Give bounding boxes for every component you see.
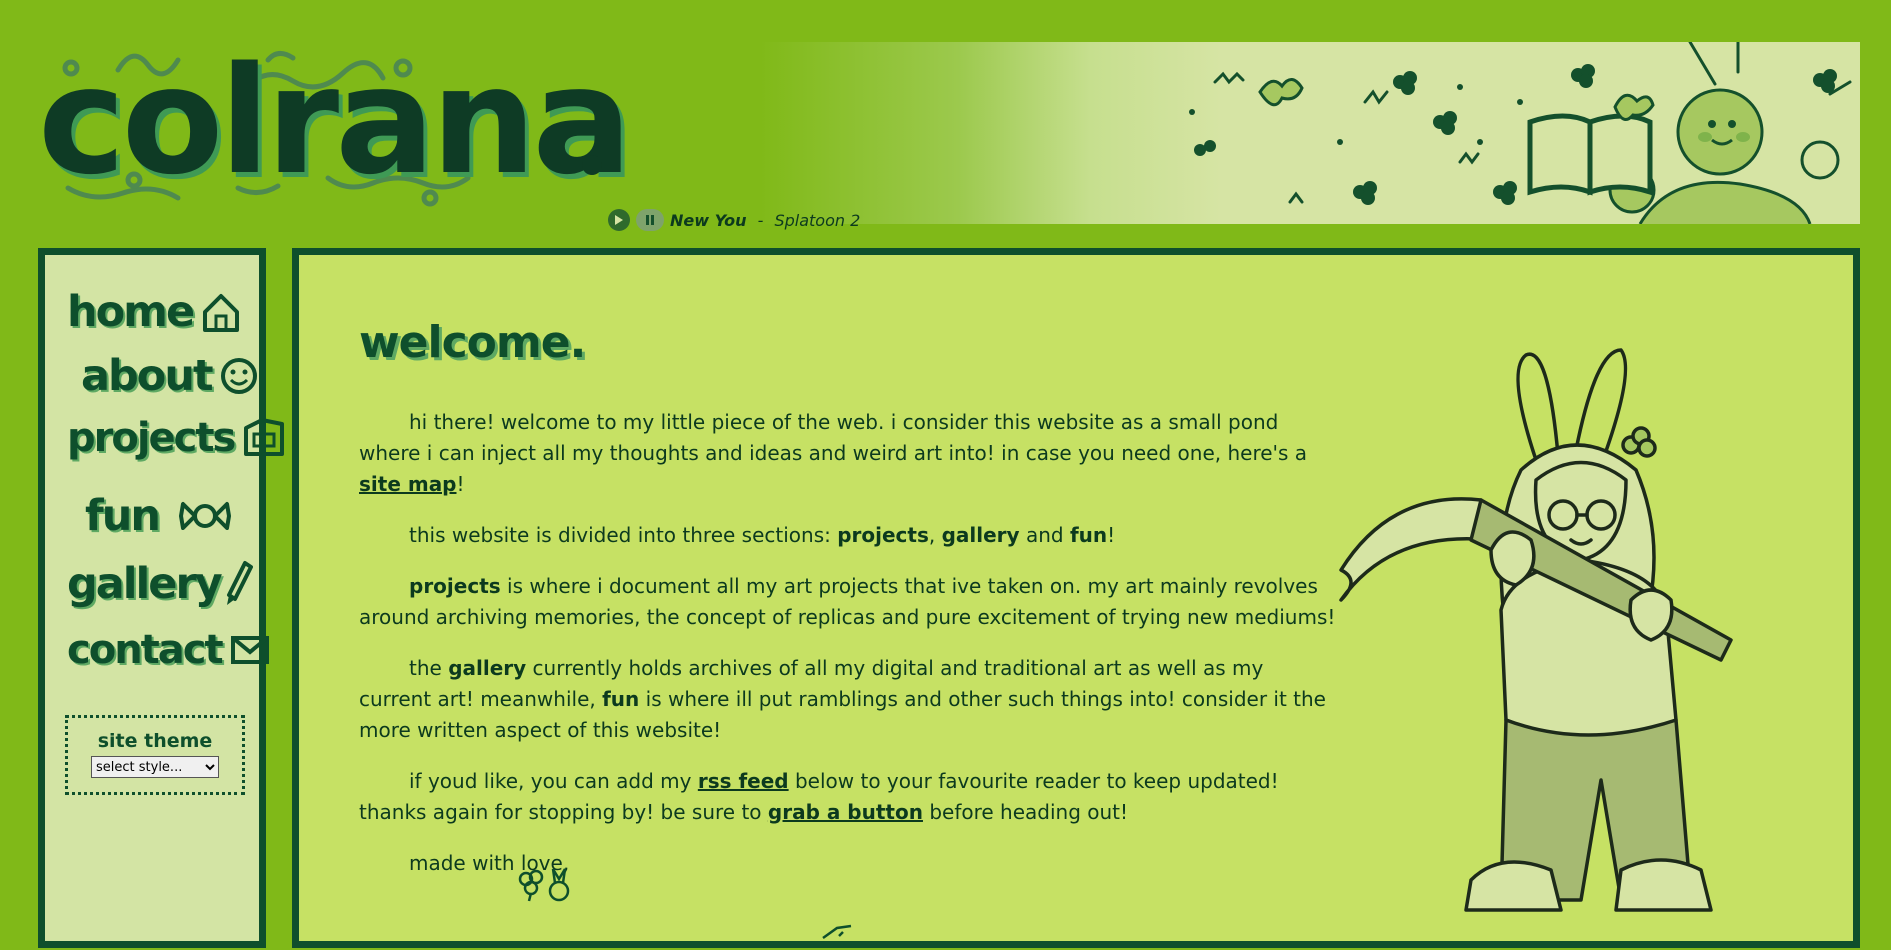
theme-select[interactable]: select style... [91,756,219,778]
sections-projects: projects [837,523,929,547]
sections-fun: fun [1069,523,1108,547]
nav-item-projects[interactable]: projects [67,415,286,461]
sparkle-doodle [822,924,852,940]
projects-text: is where i document all my art projects … [359,574,1336,629]
nav-label-about: about [81,351,214,401]
paragraph-projects: projects is where i document all my art … [359,571,1339,633]
theme-switcher: site theme select style... [65,715,245,795]
rss-text-a: if youd like, you can add my [409,769,698,793]
projects-bold: projects [409,574,501,598]
nav-item-home[interactable]: home [67,287,241,337]
clover-bunny-icons [518,868,570,902]
nav-label-gallery: gallery [67,559,223,609]
sections-sep1: , [928,523,942,547]
site-header: colrana New You - Splatoon 2 [0,0,1891,240]
sections-gallery: gallery [941,523,1020,547]
fun-bold: fun [602,687,640,711]
play-button[interactable] [608,209,630,231]
track-separator: - [752,210,769,230]
paintbrush-icon [223,559,253,609]
intro-text: hi there! welcome to my little piece of … [359,407,1339,899]
sidebar-nav: home about projects fun gallery contact [38,248,285,948]
smiley-icon [220,357,258,395]
theme-label: site theme [97,730,213,752]
grab-button-link[interactable]: grab a button [768,800,923,824]
nav-item-contact[interactable]: contact [67,627,270,673]
intro-text-b: ! [456,472,465,496]
nav-label-projects: projects [67,415,236,461]
logo-dot [582,155,602,175]
sections-text-b: ! [1107,523,1116,547]
paragraph-signoff: made with love, [409,851,570,875]
rss-feed-link[interactable]: rss feed [698,769,789,793]
play-icon [615,215,623,225]
intro-text-a: hi there! welcome to my little piece of … [359,410,1308,465]
main-content: welcome. hi there! welcome to my little … [292,248,1860,948]
nav-item-gallery[interactable]: gallery [67,559,253,609]
paragraph-intro: hi there! welcome to my little piece of … [359,407,1339,500]
pause-button[interactable] [636,209,664,231]
track-artist: Splatoon 2 [774,210,861,230]
paragraph-sections: this website is divided into three secti… [359,520,1339,551]
gallery-bold: gallery [448,656,527,680]
nav-label-fun: fun [85,491,161,541]
house-icon [201,290,241,334]
music-player: New You - Splatoon 2 [608,208,860,232]
bunny-character-illustration [1339,348,1733,912]
page-title: welcome. [359,317,586,368]
logo-text: colrana [38,35,632,207]
rss-text-c: before heading out! [922,800,1129,824]
nav-label-contact: contact [67,627,224,673]
header-banner-art [760,42,1860,224]
nav-item-about[interactable]: about [81,351,258,401]
paragraph-rss: if youd like, you can add my rss feed be… [359,766,1339,828]
nav-item-fun[interactable]: fun [85,491,233,541]
gallery-text-a: the [409,656,449,680]
site-logo[interactable]: colrana [38,38,632,218]
sections-sep2: and [1019,523,1070,547]
folder-icon [242,416,286,460]
nav-label-home: home [67,287,195,337]
candy-icon [177,496,233,536]
site-map-link[interactable]: site map [359,472,457,496]
pause-icon [646,215,654,225]
paragraph-gallery: the gallery currently holds archives of … [359,653,1339,746]
banner-doodles [1189,42,1852,224]
envelope-icon [230,635,270,665]
sections-text-a: this website is divided into three secti… [409,523,838,547]
track-title: New You [670,210,747,230]
